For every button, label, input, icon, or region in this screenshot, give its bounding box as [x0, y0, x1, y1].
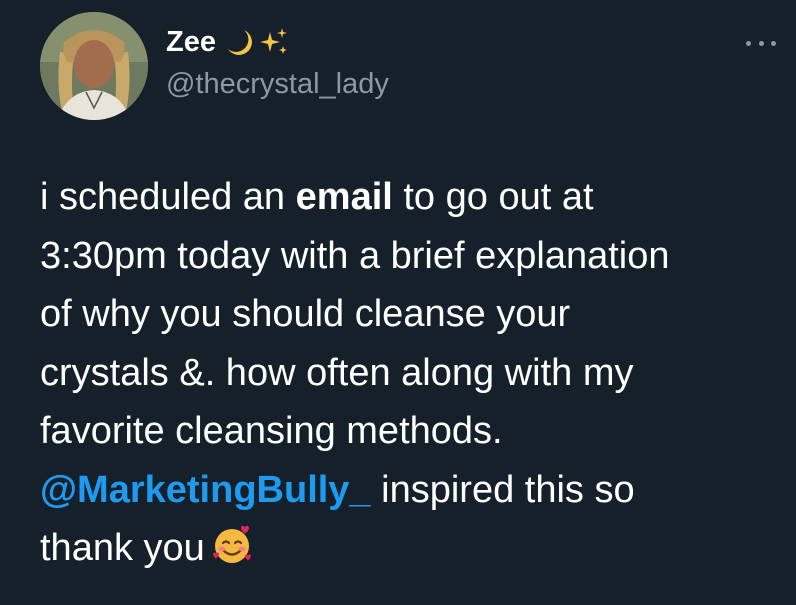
tweet-line-1: i scheduled an email to go out at [40, 176, 594, 218]
dot [771, 40, 776, 46]
display-name[interactable]: Zee [166, 26, 216, 59]
more-options-icon[interactable] [746, 36, 776, 50]
crescent-moon-icon [224, 27, 254, 57]
tweet-text: i scheduled an email to go out at 3:30pm… [40, 168, 790, 584]
tweet-line-4: crystals &. how often along with my [40, 351, 634, 394]
tweet-line-5: favorite cleansing methods. [40, 410, 503, 452]
avatar[interactable] [40, 12, 148, 120]
tweet-line-2: 3:30pm today with a brief explanation [40, 234, 670, 277]
avatar-image [40, 12, 148, 120]
tweet-line-3: of why you should cleanse your [40, 293, 571, 335]
author-handle[interactable]: @thecrystal_lady [166, 68, 389, 101]
author-block: Zee @thecrystal_lady [166, 22, 389, 101]
tweet-card: Zee @thecrystal_lady i scheduled an emai… [0, 0, 796, 605]
smiling-face-with-hearts-icon [211, 524, 253, 584]
sparkles-icon [258, 26, 290, 58]
bold-word: email [295, 176, 393, 218]
tweet-line-7: thank you [40, 519, 790, 584]
tweet-line-6: @MarketingBully_ inspired this so [40, 468, 635, 511]
mention-link[interactable]: @MarketingBully_ [40, 469, 371, 511]
dot [758, 40, 764, 46]
display-name-row: Zee [166, 22, 389, 62]
dot [746, 40, 751, 46]
